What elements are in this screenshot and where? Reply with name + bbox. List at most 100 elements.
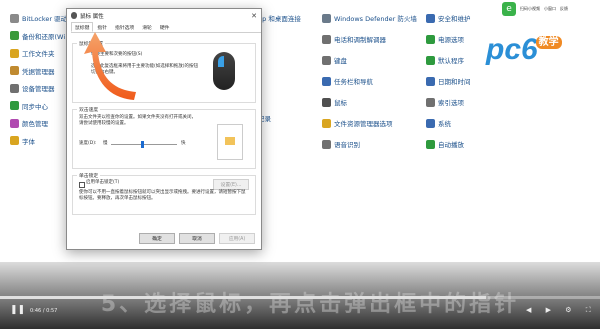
control-panel-item-label: 日期和时间 [438,78,471,86]
tab-wheel[interactable]: 滑轮 [138,22,156,32]
control-panel-item-label: 系统 [438,120,451,128]
color-management-icon [10,118,19,128]
control-panel-item-label: 电源选项 [438,36,464,44]
control-panel-item[interactable]: 安全和维护 [426,12,471,24]
close-icon[interactable]: ✕ [251,12,257,20]
power-icon [426,34,435,44]
video-progress-bar[interactable] [0,296,600,299]
phone-modem-icon [322,34,331,44]
control-panel-item[interactable]: 备份和还原(Wi [10,30,65,42]
video-subtitle: 5、选择鼠标，再点击弹出框中的指针 [100,292,520,317]
datetime-icon [426,76,435,86]
qr-video-label[interactable]: 扫码小视频 [520,6,540,12]
double-click-group: 双击速度 双击文件夹以检查你的设置。如果文件夹没有打开或关闭，请尝试使用较慢的设… [72,106,256,169]
control-panel-item[interactable]: 颜色管理 [10,117,48,129]
control-panel-item[interactable]: 索引选项 [426,96,464,108]
control-panel-item[interactable]: 语音识别 [322,138,360,150]
mouse-icon [71,12,77,19]
pc6-logo: pc6 教学 [486,33,566,67]
control-panel-item-label: 电话和调制解调器 [334,36,386,44]
control-panel-item[interactable]: BitLocker 驱动 [10,12,67,24]
control-panel-item-label: 文件资源管理器选项 [334,120,393,128]
app-logo-icon: e [502,2,516,16]
fonts-icon [10,136,19,145]
control-panel-item[interactable]: 字体 [10,135,35,147]
control-panel-item-label: 自动播放 [438,141,464,149]
speech-icon [322,139,331,149]
control-panel-item-label: 颜色管理 [22,120,48,128]
control-panel-item-label: 设备管理器 [22,85,55,93]
cancel-button[interactable]: 取消 [179,233,215,244]
app-badges: e 扫码小视频 小窗口 反馈 [502,0,600,18]
click-lock-checkbox[interactable] [79,182,85,188]
apply-button[interactable]: 应用(A) [219,233,255,244]
control-panel-item[interactable]: pp 和桌面连接 [258,12,301,24]
control-panel-item-label: 凭据管理器 [22,67,55,76]
control-panel-item[interactable]: 键盘 [322,54,347,66]
annotation-arrow-icon [84,32,136,100]
playback-controls[interactable]: ◀ ▶ ⚙ ⛶ [526,306,597,315]
test-folder-icon[interactable] [217,124,243,160]
control-panel-item-label: 任务栏和导航 [334,78,373,86]
control-panel-item[interactable]: 系统 [426,117,451,129]
control-panel-item[interactable]: 电话和调制解调器 [322,33,386,45]
autoplay-icon [426,139,435,149]
group-title: 双击速度 [77,106,101,113]
taskbar-icon [322,76,331,86]
firewall-icon [322,13,331,23]
click-lock-label[interactable]: 启用单击锁定(T) [86,180,119,186]
control-panel-item[interactable]: 鼠标 [322,96,347,108]
control-panel-item[interactable]: 工作文件夹 [10,47,55,59]
mini-window-label[interactable]: 小窗口 [544,6,556,12]
control-panel-item[interactable]: 默认程序 [426,54,464,66]
control-panel-item-label: 安全和维护 [438,15,471,23]
pause-icon[interactable]: ❚❚ [10,305,25,315]
control-panel-item[interactable]: 电源选项 [426,33,464,45]
control-panel-item[interactable]: 日期和时间 [426,75,471,87]
sync-center-icon [10,101,19,110]
click-lock-group: 单击锁定 启用单击锁定(T) 设置(E)... 使你可以不用一直按着鼠标按钮就可… [72,172,256,215]
mouse-icon [322,97,331,107]
control-panel-item-label: 默认程序 [438,57,464,65]
control-panel-item[interactable]: 设备管理器 [10,82,55,94]
video-progress-fill [0,296,486,299]
double-click-desc: 双击文件夹以检查你的设置。如果文件夹没有打开或关闭，请尝试使用较慢的设置。 [79,115,196,126]
control-panel-item-label: 同步中心 [22,102,48,111]
group-title: 单击锁定 [77,172,101,179]
video-time: 0:46 / 0:57 [30,308,58,314]
control-panel-item-label: 字体 [22,137,35,146]
backup-icon [10,31,19,40]
speed-slider[interactable] [111,141,177,148]
device-manager-icon [10,83,19,93]
control-panel-item-label: BitLocker 驱动 [22,15,68,23]
bitlocker-icon [10,13,19,23]
control-panel-item-label: 备份和还原(Wi [22,32,66,41]
control-panel-item-label: 鼠标 [334,99,347,107]
mouse-illustration [213,52,235,90]
keyboard-icon [322,55,331,65]
dialog-titlebar: 鼠标 属性 ✕ [67,9,261,22]
control-panel-item[interactable]: 自动播放 [426,138,464,150]
fast-label: 快 [181,141,186,146]
explorer-options-icon [322,118,331,128]
slow-label: 慢 [103,141,108,146]
click-lock-settings-button[interactable]: 设置(E)... [213,179,249,190]
tab-hardware[interactable]: 硬件 [156,22,174,32]
index-icon [426,97,435,107]
slider-thumb[interactable] [141,141,144,148]
control-panel-item[interactable]: 文件资源管理器选项 [322,117,393,129]
credential-icon [10,66,19,75]
ok-button[interactable]: 确定 [139,233,175,244]
click-lock-desc: 使你可以不用一直按着鼠标按钮就可以突出显示或拖拽。要进行设置，请短暂按下鼠标按钮… [79,190,246,201]
control-panel-item[interactable]: 同步中心 [10,100,48,112]
control-panel-item-label: 工作文件夹 [22,50,55,58]
control-panel-item[interactable]: Windows Defender 防火墙 [322,12,417,24]
feedback-label[interactable]: 反馈 [560,6,568,12]
work-folders-icon [10,48,19,58]
control-panel-item-label: pp 和桌面连接 [258,15,301,23]
control-panel-item-label: 索引选项 [438,99,464,107]
control-panel-item-label: 语音识别 [334,141,360,149]
control-panel-item[interactable]: 任务栏和导航 [322,75,373,87]
control-panel-item[interactable]: 凭据管理器 [10,65,55,77]
control-panel-item-label: 键盘 [334,57,347,65]
